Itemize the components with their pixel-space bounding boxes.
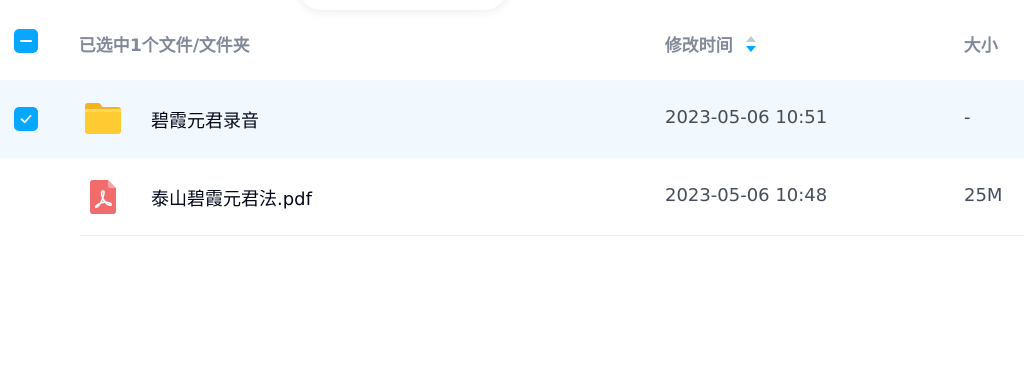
file-name[interactable]: 泰山碧霞元君法.pdf	[151, 185, 312, 211]
sort-icon	[745, 34, 757, 54]
list-header: 已选中1个文件/文件夹 修改时间 大小	[0, 0, 1024, 80]
file-row-selected[interactable]: 碧霞元君录音 2023-05-06 10:51 -	[0, 80, 1024, 158]
file-name[interactable]: 碧霞元君录音	[151, 107, 259, 133]
selection-count-label: 已选中1个文件/文件夹	[79, 36, 251, 56]
row-checkbox-checked[interactable]	[14, 107, 38, 131]
file-list-view: 已选中1个文件/文件夹 修改时间 大小 碧霞元君录音 2023-05-06 10…	[0, 0, 1024, 374]
file-row[interactable]: 泰山碧霞元君法.pdf 2023-05-06 10:48 25M	[0, 158, 1024, 236]
file-size: 25M	[964, 185, 1003, 206]
column-header-size[interactable]: 大小	[964, 31, 998, 56]
column-header-modified: 修改时间	[665, 36, 733, 56]
folder-icon	[83, 100, 123, 138]
file-size: -	[964, 107, 971, 128]
select-all-checkbox[interactable]	[14, 29, 38, 53]
file-modified-time: 2023-05-06 10:48	[665, 185, 828, 206]
check-icon	[20, 114, 32, 124]
sort-by-modified-time[interactable]: 修改时间	[665, 31, 757, 56]
pdf-icon	[83, 178, 123, 216]
file-modified-time: 2023-05-06 10:51	[665, 107, 828, 128]
indeterminate-icon	[20, 40, 32, 42]
